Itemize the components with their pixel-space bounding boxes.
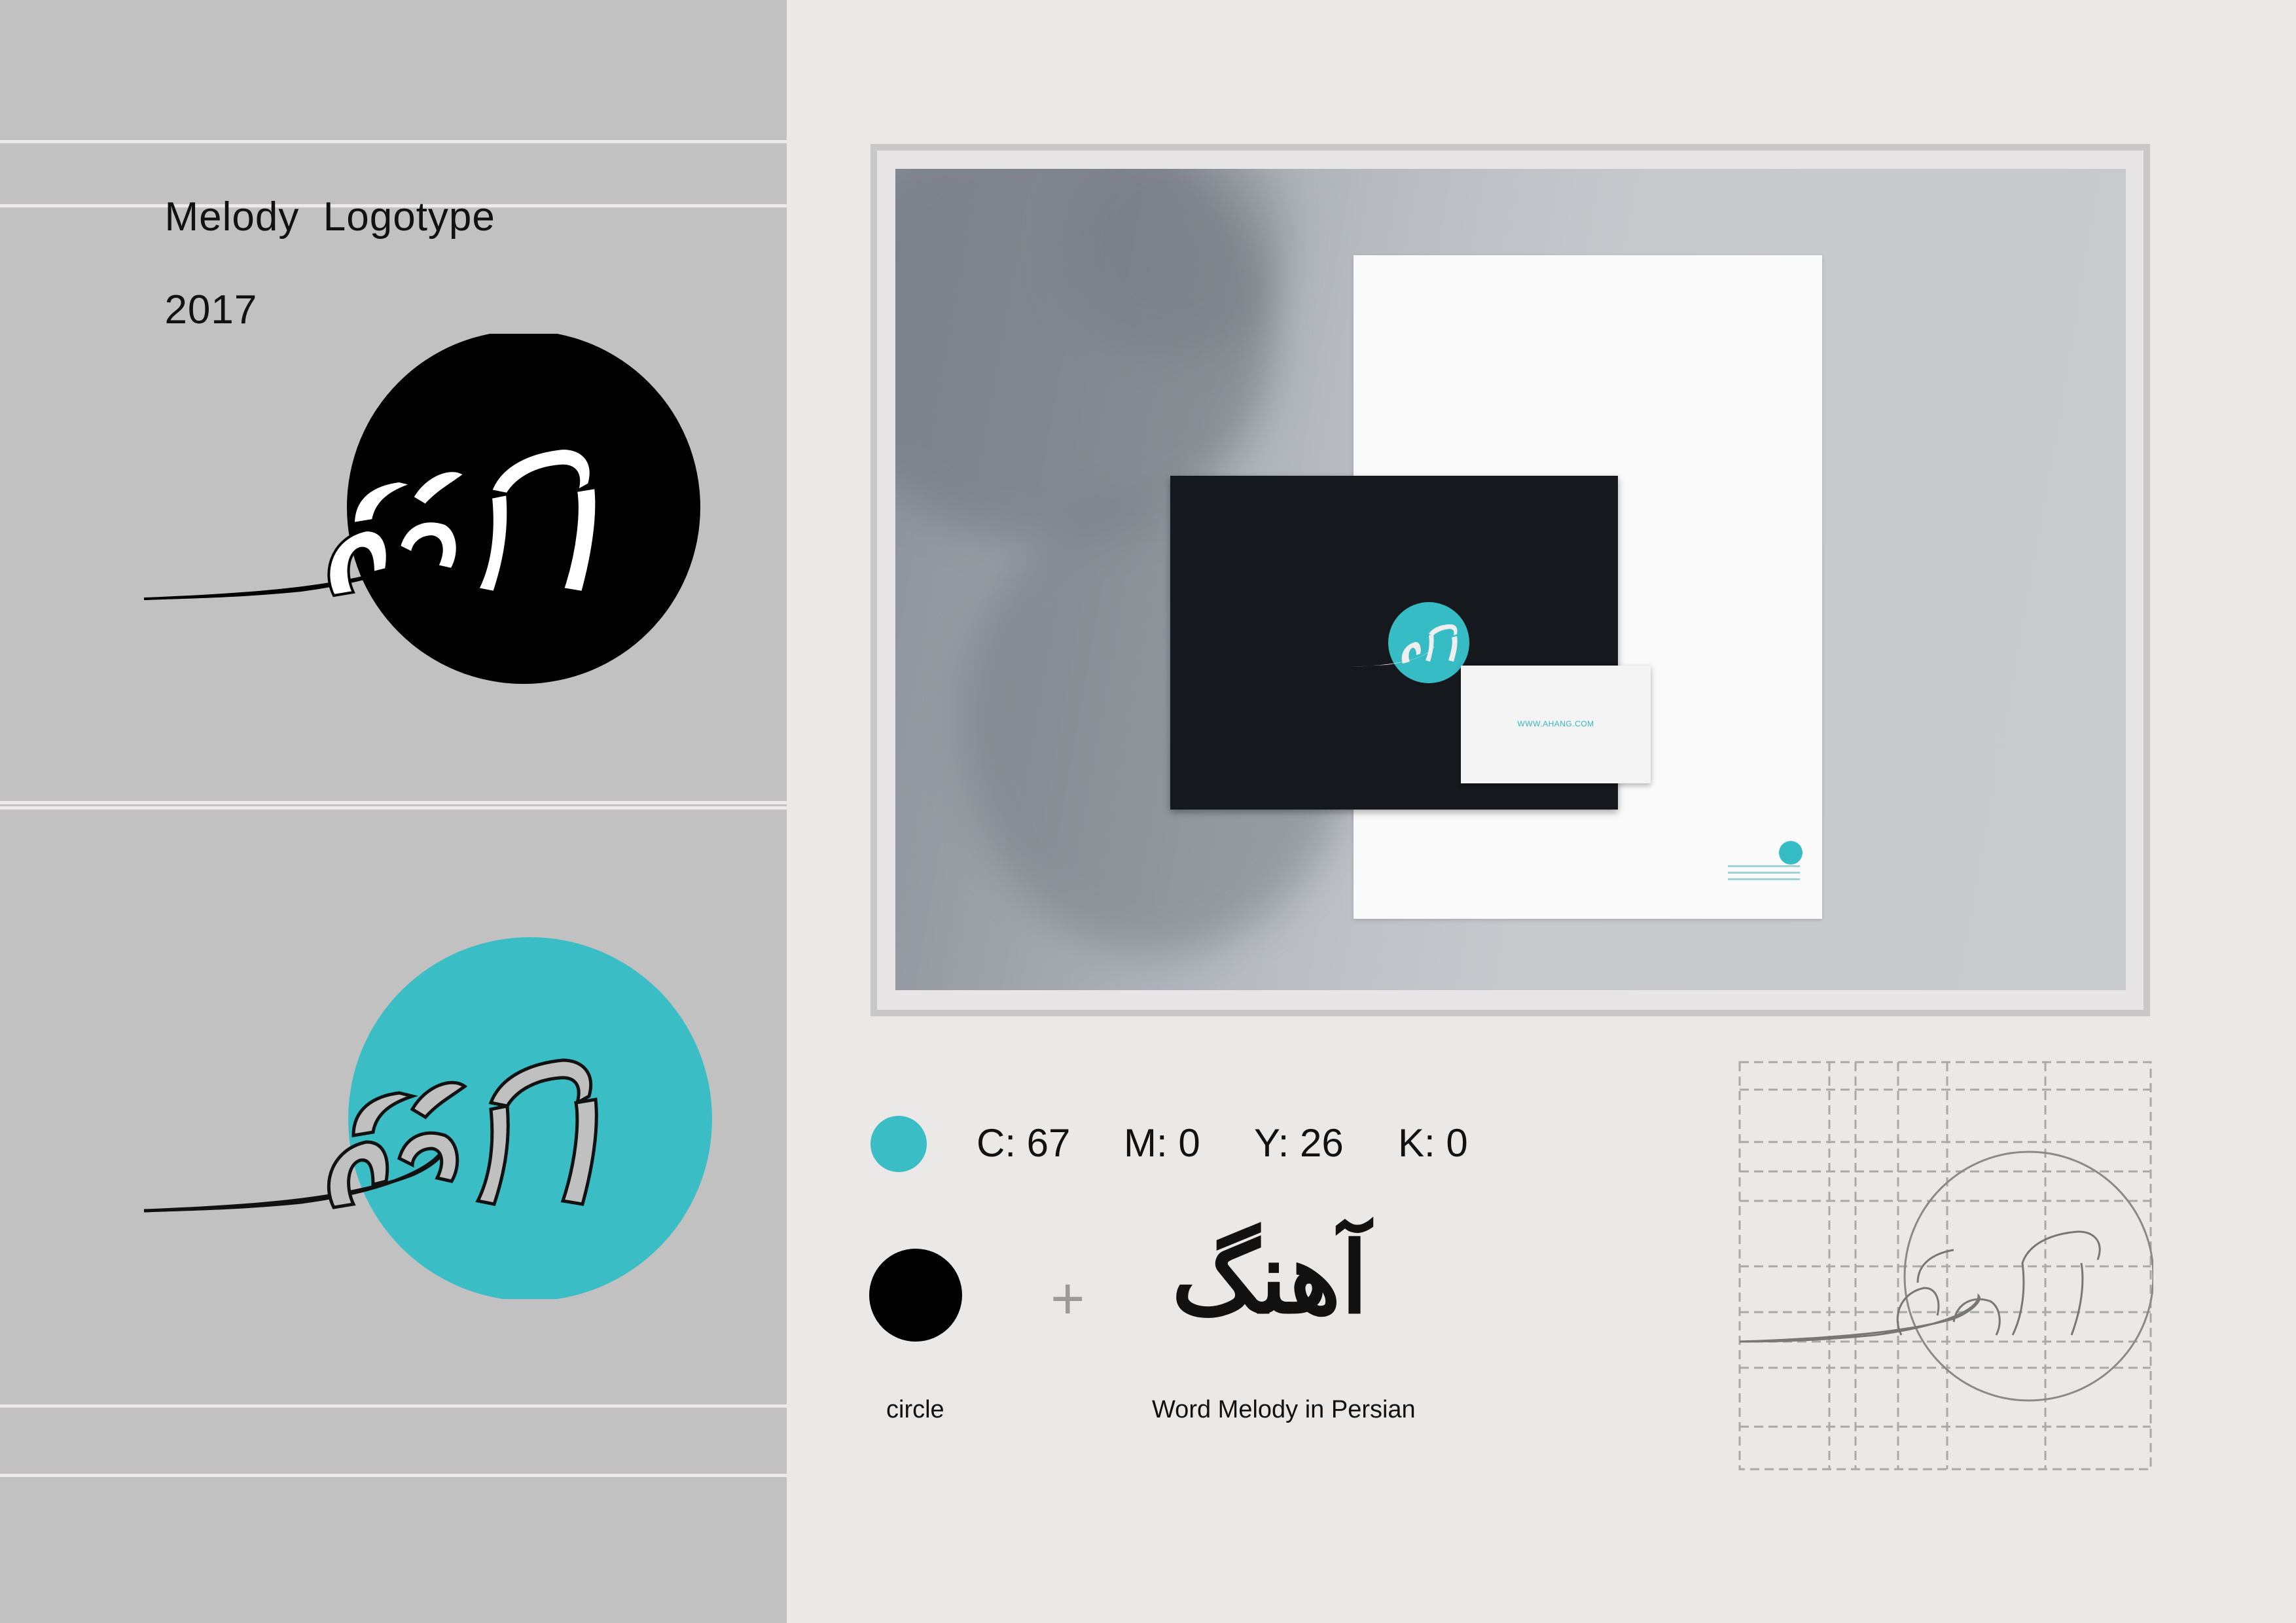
- divider-line: [0, 801, 787, 804]
- black-circle-element: [869, 1249, 962, 1342]
- persian-word: آهنگ: [1172, 1221, 1369, 1336]
- letterhead-logo-dot: [1779, 841, 1803, 865]
- page-title: Melody Logotype 2017: [141, 147, 495, 333]
- divider-line: [0, 1404, 787, 1408]
- cmyk-yellow: Y: 26: [1254, 1121, 1344, 1165]
- divider-line: [0, 806, 787, 810]
- persian-word-caption: Word Melody in Persian: [1152, 1396, 1416, 1423]
- logo-teal: [143, 937, 712, 1299]
- title-text: Melody Logotype: [164, 194, 495, 240]
- folder-logo: [1350, 602, 1469, 683]
- cmyk-black: K: 0: [1398, 1121, 1468, 1165]
- logo-circle: [347, 334, 700, 684]
- business-card-url: WWW.AHANG.COM: [1517, 719, 1594, 728]
- circle-caption: circle: [886, 1396, 944, 1423]
- cmyk-magenta: M: 0: [1124, 1121, 1200, 1165]
- divider-line: [0, 1474, 787, 1477]
- title-year: 2017: [164, 287, 258, 332]
- letterhead-contact-lines: [1728, 865, 1800, 885]
- plus-sign: +: [1050, 1266, 1085, 1332]
- construction-grid: [1738, 1061, 2153, 1471]
- logo-black: [143, 334, 700, 684]
- divider-line: [0, 140, 787, 143]
- logo-circle: [348, 937, 712, 1299]
- cmyk-cyan: C: 67: [977, 1121, 1071, 1165]
- business-card: WWW.AHANG.COM: [1461, 666, 1651, 783]
- teal-color-swatch: [870, 1116, 927, 1172]
